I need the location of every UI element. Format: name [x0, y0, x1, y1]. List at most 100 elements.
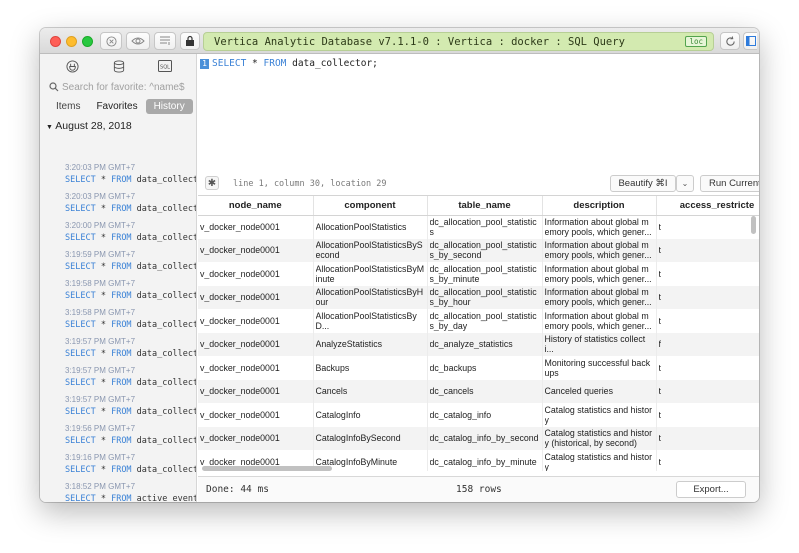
- table-cell[interactable]: Catalog statistics and history (historic…: [542, 426, 657, 450]
- disclosure-triangle-icon[interactable]: ▼: [46, 124, 53, 131]
- settings-button[interactable]: ✱: [205, 176, 219, 190]
- table-cell[interactable]: AllocationPoolStatistics: [313, 215, 428, 239]
- tab-history[interactable]: History: [145, 99, 193, 114]
- favorite-search[interactable]: Search for favorite: ^name$: [49, 79, 194, 95]
- table-cell[interactable]: Information about global memory pools, w…: [542, 215, 657, 239]
- table-cell[interactable]: dc_cancels: [427, 379, 543, 403]
- table-cell[interactable]: v_docker_node0001: [198, 426, 314, 450]
- env-badge[interactable]: loc: [685, 36, 707, 47]
- table-row[interactable]: v_docker_node0001 Backups dc_backups Monito…: [198, 356, 759, 380]
- query-text[interactable]: SELECT * FROM data_collector;: [212, 58, 378, 69]
- table-cell[interactable]: Information about global memory pools, w…: [542, 285, 657, 309]
- history-item[interactable]: 3:19:58 PM GMT+7 SELECT * FROM data_colle…: [65, 278, 196, 302]
- stop-button[interactable]: [100, 32, 122, 50]
- lock-button[interactable]: [180, 32, 200, 50]
- table-cell[interactable]: AllocationPoolStatisticsBySecond: [313, 238, 428, 262]
- table-cell[interactable]: Cancels: [313, 379, 428, 403]
- maximize-window-button[interactable]: [82, 36, 93, 47]
- table-cell[interactable]: dc_catalog_info: [427, 403, 543, 427]
- table-cell[interactable]: dc_backups: [427, 356, 543, 380]
- column-header[interactable]: access_restricte: [656, 196, 759, 216]
- history-item[interactable]: 3:19:57 PM GMT+7 SELECT * FROM data_colle…: [65, 394, 196, 418]
- table-row[interactable]: v_docker_node0001 AllocationPoolStatistic…: [198, 262, 759, 286]
- table-row[interactable]: v_docker_node0001 AnalyzeStatistics dc_ana…: [198, 332, 759, 356]
- table-cell[interactable]: v_docker_node0001: [198, 309, 314, 333]
- history-item[interactable]: 3:19:57 PM GMT+7 SELECT * FROM data_colle…: [65, 336, 196, 360]
- beautify-button[interactable]: Beautify ⌘I: [610, 175, 676, 192]
- table-cell[interactable]: AnalyzeStatistics: [313, 332, 428, 356]
- database-icon[interactable]: [111, 58, 127, 74]
- table-cell[interactable]: t: [656, 379, 759, 403]
- table-cell[interactable]: dc_analyze_statistics: [427, 332, 543, 356]
- table-cell[interactable]: Backups: [313, 356, 428, 380]
- tab-items[interactable]: Items: [48, 99, 88, 114]
- history-item[interactable]: 3:19:57 PM GMT+7 SELECT * FROM data_colle…: [65, 365, 196, 389]
- table-cell[interactable]: v_docker_node0001: [198, 238, 314, 262]
- table-cell[interactable]: t: [656, 356, 759, 380]
- table-cell[interactable]: AllocationPoolStatisticsByD...: [313, 309, 428, 333]
- history-item[interactable]: 3:20:03 PM GMT+7 SELECT * FROM data_colle…: [65, 191, 196, 215]
- vertical-scrollbar[interactable]: [751, 216, 756, 234]
- table-cell[interactable]: dc_allocation_pool_statistics_by_day: [427, 309, 543, 333]
- history-item[interactable]: 3:19:56 PM GMT+7 SELECT * FROM data_colle…: [65, 423, 196, 447]
- refresh-button[interactable]: [720, 32, 740, 50]
- table-cell[interactable]: t: [656, 285, 759, 309]
- table-cell[interactable]: v_docker_node0001: [198, 379, 314, 403]
- history-item[interactable]: 3:20:03 PM GMT+7 SELECT * FROM data_colle…: [65, 162, 196, 186]
- run-current-button[interactable]: Run Current ⌘↩: [700, 175, 759, 192]
- table-cell[interactable]: v_docker_node0001: [198, 332, 314, 356]
- minimize-window-button[interactable]: [66, 36, 77, 47]
- history-item[interactable]: 3:20:00 PM GMT+7 SELECT * FROM data_colle…: [65, 220, 196, 244]
- search-input[interactable]: Search for favorite: ^name$: [62, 82, 185, 93]
- table-cell[interactable]: Monitoring successful backups: [542, 356, 657, 380]
- table-cell[interactable]: CatalogInfo: [313, 403, 428, 427]
- table-cell[interactable]: t: [656, 426, 759, 450]
- table-cell[interactable]: t: [656, 238, 759, 262]
- table-cell[interactable]: Information about global memory pools, w…: [542, 309, 657, 333]
- table-cell[interactable]: v_docker_node0001: [198, 403, 314, 427]
- table-cell[interactable]: v_docker_node0001: [198, 285, 314, 309]
- table-row[interactable]: v_docker_node0001 AllocationPoolStatistic…: [198, 238, 759, 262]
- table-cell[interactable]: v_docker_node0001: [198, 262, 314, 286]
- table-cell[interactable]: CatalogInfoBySecond: [313, 426, 428, 450]
- table-cell[interactable]: v_docker_node0001: [198, 356, 314, 380]
- column-header[interactable]: table_name: [427, 196, 543, 216]
- sql-icon[interactable]: SQL: [157, 58, 173, 74]
- table-row[interactable]: v_docker_node0001 AllocationPoolStatistic…: [198, 309, 759, 333]
- table-cell[interactable]: dc_allocation_pool_statistics: [427, 215, 543, 239]
- table-cell[interactable]: Information about global memory pools, w…: [542, 262, 657, 286]
- table-row[interactable]: v_docker_node0001 CatalogInfoBySecond dc_c…: [198, 426, 759, 450]
- history-item[interactable]: 3:19:58 PM GMT+7 SELECT * FROM data_colle…: [65, 307, 196, 331]
- table-cell[interactable]: t: [656, 262, 759, 286]
- table-cell[interactable]: dc_allocation_pool_statistics_by_hour: [427, 285, 543, 309]
- history-group-header[interactable]: ▼ August 28, 2018: [46, 120, 132, 132]
- table-cell[interactable]: Catalog statistics and history: [542, 403, 657, 427]
- table-cell[interactable]: f: [656, 332, 759, 356]
- table-row[interactable]: v_docker_node0001 AllocationPoolStatistic…: [198, 285, 759, 309]
- table-cell[interactable]: v_docker_node0001: [198, 215, 314, 239]
- table-row[interactable]: v_docker_node0001 AllocationPoolStatistic…: [198, 215, 759, 239]
- table-cell[interactable]: t: [656, 309, 759, 333]
- table-cell[interactable]: History of statistics collecti...: [542, 332, 657, 356]
- table-row[interactable]: v_docker_node0001 Cancels dc_cancels Cancel…: [198, 379, 759, 403]
- format-button[interactable]: [154, 32, 176, 50]
- close-window-button[interactable]: [50, 36, 61, 47]
- table-cell[interactable]: t: [656, 215, 759, 239]
- horizontal-scrollbar[interactable]: [202, 466, 332, 471]
- table-cell[interactable]: t: [656, 450, 759, 471]
- table-cell[interactable]: dc_catalog_info_by_second: [427, 426, 543, 450]
- table-cell[interactable]: Catalog statistics and history: [542, 450, 657, 471]
- table-cell[interactable]: AllocationPoolStatisticsByHour: [313, 285, 428, 309]
- sql-editor[interactable]: 1 SELECT * FROM data_collector;: [198, 54, 759, 194]
- table-row[interactable]: v_docker_node0001 CatalogInfo dc_catalog_i…: [198, 403, 759, 427]
- toggle-sidebar-button[interactable]: [743, 32, 757, 50]
- preview-button[interactable]: [126, 32, 150, 50]
- table-cell[interactable]: dc_catalog_info_by_minute: [427, 450, 543, 471]
- column-header[interactable]: component: [313, 196, 428, 216]
- table-cell[interactable]: t: [656, 403, 759, 427]
- history-item[interactable]: 3:19:59 PM GMT+7 SELECT * FROM data_colle…: [65, 249, 196, 273]
- history-item[interactable]: 3:18:52 PM GMT+7 SELECT * FROM active_eve…: [65, 481, 196, 502]
- results-grid[interactable]: node_name component table_name description a…: [198, 195, 759, 471]
- table-cell[interactable]: AllocationPoolStatisticsByMinute: [313, 262, 428, 286]
- table-cell[interactable]: Canceled queries: [542, 379, 657, 403]
